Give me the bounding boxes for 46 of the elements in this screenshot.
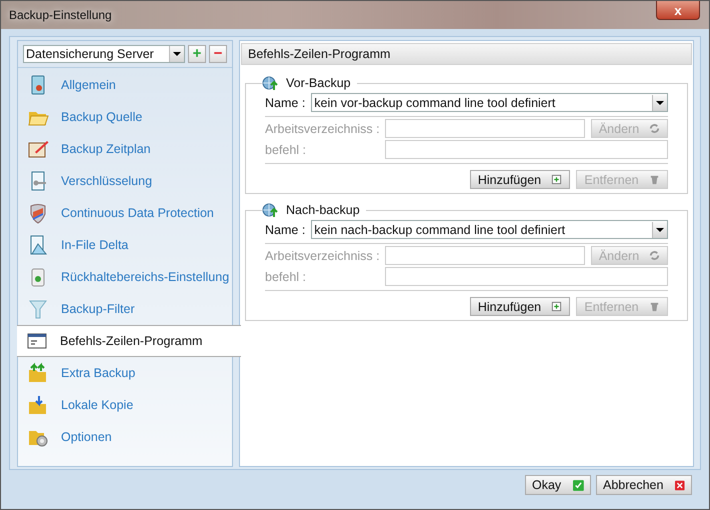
tool-dropdown[interactable]: kein nach-backup command line tool definiert (311, 220, 668, 239)
close-icon (675, 480, 685, 490)
sidebar-item[interactable]: Rückhaltebereichs-Einstellung (18, 261, 233, 293)
sidebar-item[interactable]: Continuous Data Protection (18, 197, 233, 229)
add-button[interactable]: Hinzufügen (470, 170, 570, 189)
remove-profile-button[interactable]: − (209, 45, 227, 63)
refresh-icon (649, 123, 660, 134)
section-title: Vor-Backup (286, 76, 351, 90)
cancel-button[interactable]: Abbrechen (596, 475, 692, 495)
window-title: Backup-Einstellung (9, 8, 112, 22)
globe-arrow-icon (262, 75, 278, 91)
profile-dropdown[interactable]: Datensicherung Server (23, 45, 185, 63)
section-title: Nach-backup (286, 203, 360, 217)
trash-icon (648, 301, 660, 312)
sidebar-item[interactable]: Lokale Kopie (18, 389, 233, 421)
globe-arrow-icon (262, 202, 278, 218)
command-label: befehl : (265, 270, 308, 284)
sidebar-item[interactable]: In-File Delta (18, 229, 233, 261)
close-button[interactable]: x (656, 1, 700, 20)
sidebar-item[interactable]: Optionen (18, 421, 233, 453)
calendar-pen-icon (27, 138, 49, 160)
sidebar-item[interactable]: Backup Quelle (18, 101, 233, 133)
sidebar-item[interactable]: Verschlüsselung (18, 165, 233, 197)
trash-icon (648, 174, 660, 185)
workdir-label: Arbeitsverzeichniss : (265, 122, 379, 136)
name-label: Name : (265, 96, 306, 110)
new-document-icon (551, 301, 562, 312)
sidebar-item[interactable]: Extra Backup (18, 357, 233, 389)
refresh-icon (649, 250, 660, 261)
name-label: Name : (265, 222, 306, 236)
sidebar-item[interactable]: Befehls-Zeilen-Programm (17, 325, 241, 357)
tool-dropdown[interactable]: kein vor-backup command line tool definiert (311, 93, 668, 112)
sidebar-item[interactable]: Backup-Filter (18, 293, 233, 325)
okay-button[interactable]: Okay (525, 475, 591, 495)
panel-title: Befehls-Zeilen-Programm (248, 47, 390, 61)
sidebar-item[interactable]: Allgemein (18, 69, 233, 101)
folder-upload-icon (27, 362, 49, 384)
add-profile-button[interactable]: + (188, 45, 206, 63)
new-document-icon (551, 174, 562, 185)
workdir-label: Arbeitsverzeichniss : (265, 248, 379, 262)
folder-download-icon (27, 394, 49, 416)
checkmark-icon (573, 480, 584, 490)
funnel-icon (27, 298, 49, 320)
command-label: befehl : (265, 142, 308, 156)
add-button[interactable]: Hinzufügen (470, 297, 570, 316)
sidebar-item[interactable]: Backup Zeitplan (18, 133, 233, 165)
